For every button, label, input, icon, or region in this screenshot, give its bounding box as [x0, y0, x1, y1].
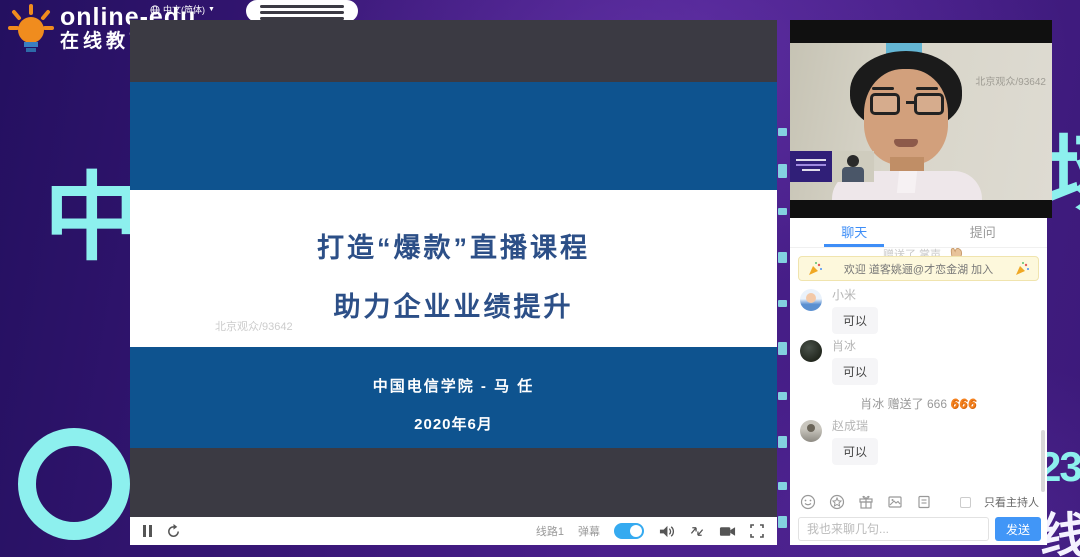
caret-down-icon: ▼ [208, 6, 215, 13]
welcome-banner-text: 欢迎 道客姚逦@才恋金湖 加入 [844, 261, 993, 277]
emoji-button[interactable] [800, 494, 816, 510]
danmu-label: 弹幕 [578, 523, 600, 539]
language-selector[interactable]: 中文(简体) ▼ [150, 3, 215, 16]
live-classroom-page: online-edu 在线教育 中文(简体) ▼ 中 场 23 线 打造“爆款”… [0, 0, 1080, 557]
ticker-mark [778, 252, 787, 263]
avatar [800, 289, 822, 311]
chat-toolbar: 只看主持人 [800, 490, 1039, 514]
only-host-label: 只看主持人 [984, 494, 1039, 510]
message-text: 可以 [832, 358, 878, 385]
ticker-mark [778, 164, 787, 178]
partner-logo [246, 0, 358, 22]
avatar [800, 420, 822, 442]
chat-scrollbar[interactable] [1041, 430, 1045, 492]
slide-title-line2: 助力企业业绩提升 [130, 265, 777, 324]
avatar [800, 340, 822, 362]
welcome-banner: 欢迎 道客姚逦@才恋金湖 加入 [798, 256, 1039, 281]
language-label: 中文(简体) [163, 3, 205, 16]
ticker-mark [778, 128, 787, 136]
player-letterbox-bottom [130, 448, 777, 517]
reward-button[interactable] [829, 494, 845, 510]
fullscreen-button[interactable] [750, 524, 764, 538]
refresh-button[interactable] [166, 524, 181, 539]
message-author: 小米 [832, 287, 1035, 303]
lightbulb-icon [8, 4, 54, 60]
player-letterbox-top [130, 20, 777, 82]
volume-button[interactable] [658, 524, 675, 539]
message-author: 肖冰 [832, 338, 1035, 354]
party-popper-icon [1014, 261, 1030, 277]
ticker-mark [778, 482, 787, 490]
active-tab-underline [824, 244, 884, 247]
slide-org-line: 中国电信学院 - 马 任 [130, 347, 777, 396]
line-selector[interactable]: 线路1 [536, 523, 564, 539]
chat-panel: 聊天 提问 …赠送了 掌声 欢迎 道客姚逦@才恋金湖 加入 [790, 218, 1047, 545]
party-popper-icon [807, 261, 823, 277]
slide-watermark: 北京观众/93642 [215, 318, 293, 334]
danmu-toggle[interactable] [614, 523, 644, 539]
slide-title-line1: 打造“爆款”直播课程 [130, 190, 777, 265]
ticker-mark [778, 300, 787, 307]
gift-notification: 肖冰 赠送了 666 666 [790, 395, 1047, 412]
globe-icon [150, 5, 160, 15]
glasses [870, 93, 900, 115]
ticker-mark [778, 342, 787, 355]
chat-input-row: 发送 [798, 517, 1041, 541]
slide-title-area: 打造“爆款”直播课程 助力企业业绩提升 北京观众/93642 [130, 190, 777, 347]
pause-button[interactable] [143, 525, 152, 537]
ticker-mark [778, 392, 787, 400]
chat-message: 肖冰 可以 [790, 334, 1047, 385]
pip-slide-thumbnail[interactable] [790, 151, 832, 182]
message-text: 可以 [832, 438, 878, 465]
presenter-video-frame: 北京观众/93642 [790, 43, 1052, 200]
presenter-video[interactable]: 北京观众/93642 [790, 20, 1052, 218]
message-author: 赵成瑞 [832, 418, 1035, 434]
notes-button[interactable] [916, 494, 932, 510]
tab-question[interactable]: 提问 [919, 218, 1048, 247]
tab-chat[interactable]: 聊天 [790, 218, 919, 247]
only-host-checkbox[interactable] [960, 497, 971, 508]
image-button[interactable] [887, 494, 903, 510]
gift-button[interactable] [858, 494, 874, 510]
chat-tabs: 聊天 提问 [790, 218, 1047, 248]
ticker-mark [778, 436, 787, 448]
gift-666-badge: 666 [950, 395, 976, 411]
network-signal-button[interactable] [689, 524, 705, 539]
backdrop-ring [18, 428, 130, 540]
camera-button[interactable] [719, 525, 736, 538]
slide-player: 打造“爆款”直播课程 助力企业业绩提升 北京观众/93642 中国电信学院 - … [130, 20, 777, 545]
backdrop-char-left: 中 [44, 140, 140, 279]
slide-top-band [130, 82, 777, 190]
chat-message: 小米 可以 [790, 283, 1047, 334]
chat-message-list[interactable]: …赠送了 掌声 欢迎 道客姚逦@才恋金湖 加入 [790, 248, 1047, 490]
slide-footer-band: 中国电信学院 - 马 任 2020年6月 [130, 347, 777, 448]
send-button[interactable]: 发送 [995, 517, 1041, 541]
video-watermark: 北京观众/93642 [975, 73, 1046, 88]
ticker-mark [778, 516, 787, 528]
slide-date-line: 2020年6月 [130, 396, 777, 434]
pip-thumbnails[interactable] [790, 151, 874, 182]
player-control-bar: 线路1 弹幕 [130, 517, 777, 545]
pip-camera-thumbnail[interactable] [832, 151, 874, 182]
ticker-mark [778, 208, 787, 215]
chat-input[interactable] [798, 517, 989, 541]
chat-message: 赵成瑞 可以 [790, 414, 1047, 465]
message-text: 可以 [832, 307, 878, 334]
